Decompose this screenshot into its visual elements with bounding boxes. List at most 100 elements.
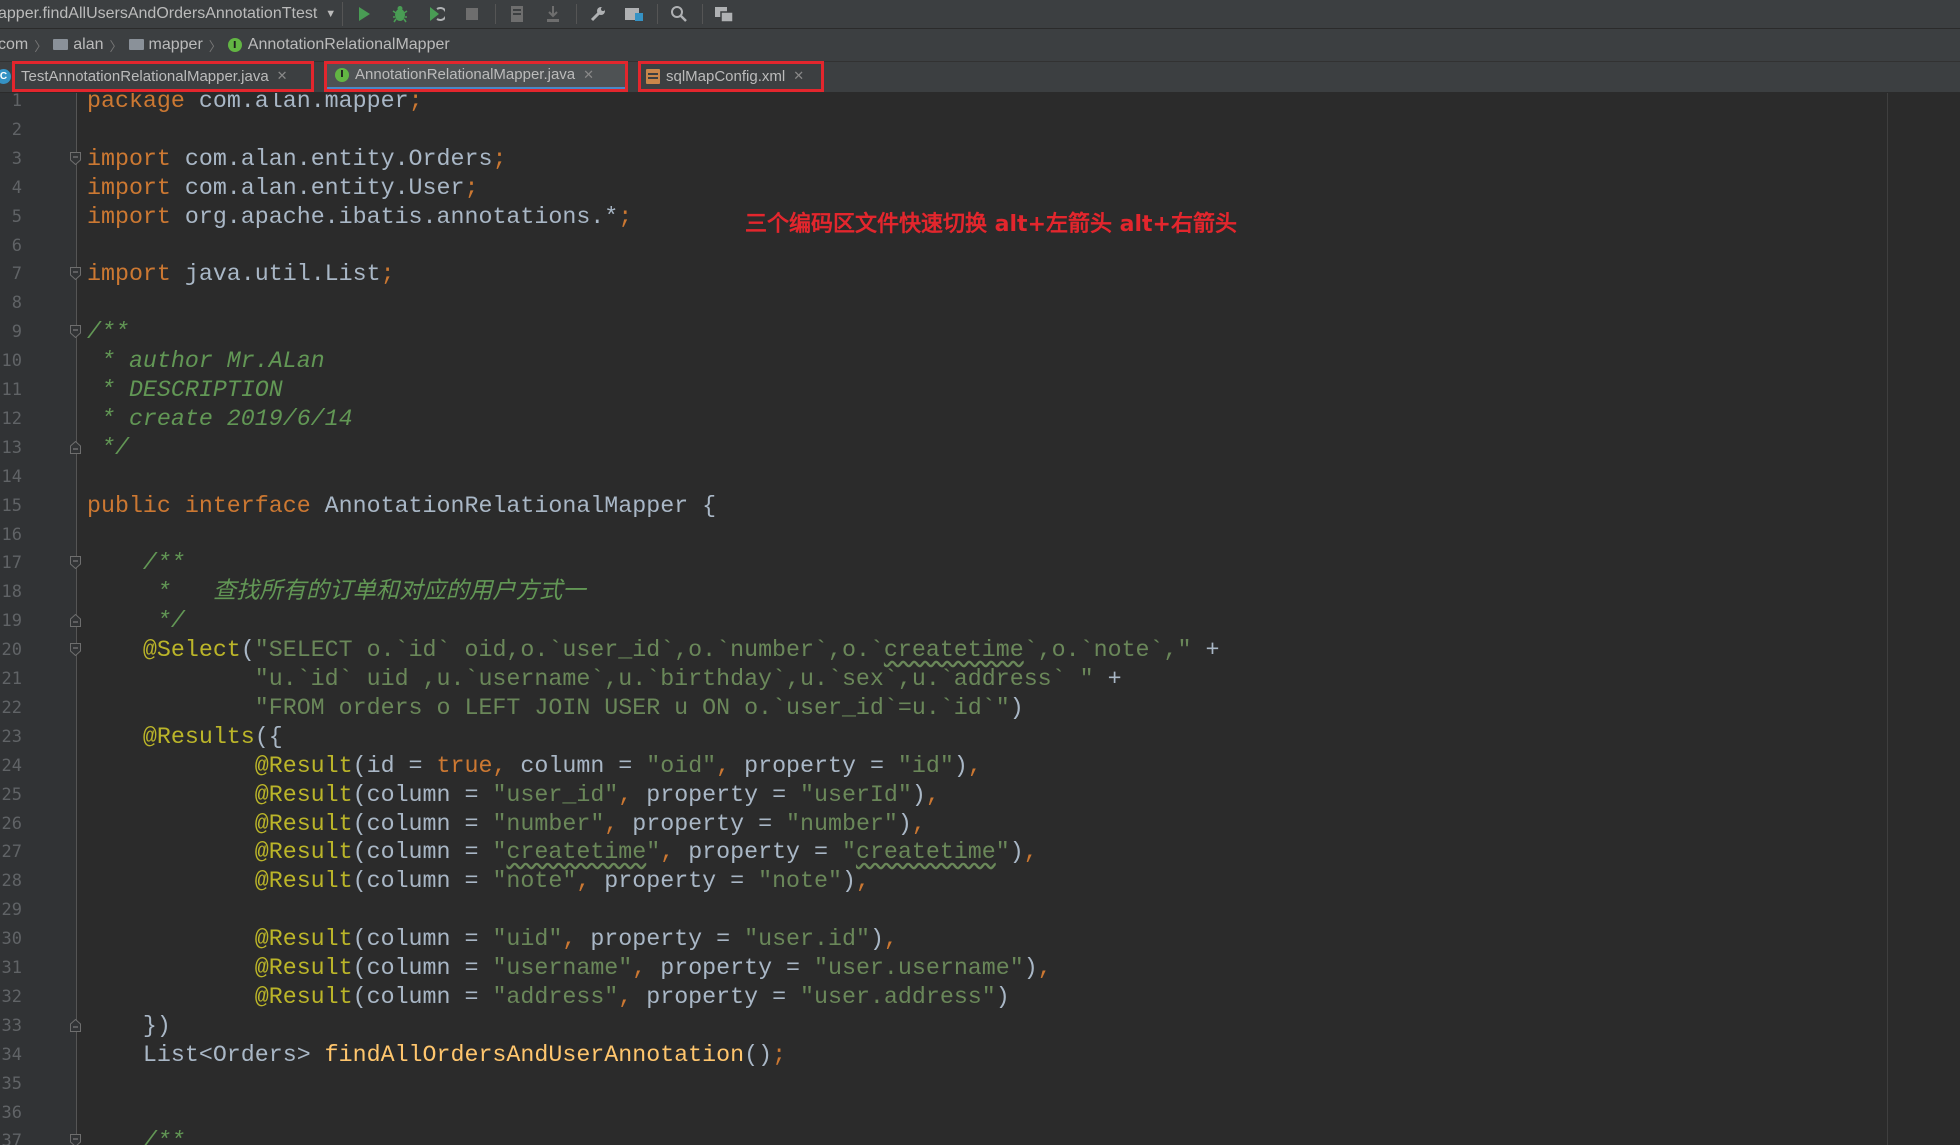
code-line[interactable]: 28 @Result(column = "note", property = "… xyxy=(0,867,1960,896)
chevron-right-icon: 〉 xyxy=(109,38,123,54)
code-text: @Select("SELECT o.`id` oid,o.`user_id`,o… xyxy=(142,637,1220,664)
code-text: import java.util.List; xyxy=(87,261,395,288)
annotation-callout: 三个编码区文件快速切换 alt+左箭头 alt+右箭头 xyxy=(745,212,1237,237)
line-number: 31 xyxy=(1,958,22,978)
code-line[interactable]: 15 public interface AnnotationRelationalM… xyxy=(0,492,1960,521)
fold-marker-icon[interactable] xyxy=(70,643,81,657)
line-number: 8 xyxy=(11,293,22,314)
run-configuration-label: apper.findAllUsersAndOrdersAnnotationTte… xyxy=(0,5,318,22)
run-configuration-dropdown[interactable]: apper.findAllUsersAndOrdersAnnotationTte… xyxy=(0,2,344,26)
code-line[interactable]: 10 * author Mr.ALan xyxy=(0,347,1960,376)
fold-marker-icon[interactable] xyxy=(70,614,81,628)
code-line[interactable]: 22 "FROM orders o LEFT JOIN USER u ON o.… xyxy=(0,694,1960,723)
debug-icon[interactable] xyxy=(385,2,415,26)
code-line[interactable]: 14 xyxy=(0,463,1960,492)
line-number: 27 xyxy=(1,842,22,863)
code-line[interactable]: 20 @Select("SELECT o.`id` oid,o.`user_id… xyxy=(0,636,1960,665)
breadcrumb-item-mapper[interactable]: mapper 〉 xyxy=(128,36,228,55)
code-line[interactable]: 31 @Result(column = "username", property… xyxy=(0,954,1960,983)
code-text: */ xyxy=(142,608,185,635)
code-line[interactable]: 33 }) xyxy=(0,1012,1960,1041)
code-line[interactable]: 21 "u.`id` uid ,u.`username`,u.`birthday… xyxy=(0,665,1960,694)
code-text: }) xyxy=(87,1012,171,1039)
line-number: 29 xyxy=(1,900,22,921)
code-text: * create 2019/6/14 xyxy=(87,405,353,432)
code-line[interactable]: 24 @Result(id = true, column = "oid", pr… xyxy=(0,752,1960,781)
code-line[interactable]: 27 @Result(column = "createtime", proper… xyxy=(0,838,1960,867)
fold-marker-icon[interactable] xyxy=(70,267,81,281)
code-line[interactable]: 26 @Result(column = "number", property =… xyxy=(0,810,1960,839)
line-number: 4 xyxy=(11,177,22,198)
code-line[interactable]: 32 @Result(column = "address", property … xyxy=(0,983,1960,1012)
code-line[interactable]: 4 import com.alan.entity.User; xyxy=(0,174,1960,203)
code-line[interactable]: 7 import java.util.List; xyxy=(0,260,1960,289)
code-editor[interactable]: 1 package com.alan.mapper; 2 3 import com.al… xyxy=(0,93,1960,1145)
code-line[interactable]: 13 */ xyxy=(0,434,1960,463)
build-icon[interactable] xyxy=(502,2,532,26)
stop-icon[interactable] xyxy=(457,2,487,26)
code-line[interactable]: 23 @Results({ xyxy=(0,723,1960,752)
fold-marker-icon[interactable] xyxy=(70,325,81,339)
project-structure-icon[interactable] xyxy=(619,2,649,26)
code-line[interactable]: 8 xyxy=(0,289,1960,318)
code-line[interactable]: 3 import com.alan.entity.Orders; xyxy=(0,145,1960,174)
code-text: @Results({ xyxy=(142,723,283,750)
line-number: 32 xyxy=(1,986,22,1007)
main-toolbar: apper.findAllUsersAndOrdersAnnotationTte… xyxy=(0,0,1960,29)
line-number: 12 xyxy=(1,408,22,429)
toolbar-separator xyxy=(702,4,704,24)
tab-sqlmapconfig[interactable]: sqlMapConfig.xml ✕ xyxy=(642,62,822,90)
code-line[interactable]: 2 xyxy=(0,116,1960,145)
code-text: @Result(column = "username", property = … xyxy=(254,955,1052,981)
close-icon[interactable]: ✕ xyxy=(277,68,288,84)
fold-marker-icon[interactable] xyxy=(70,440,81,454)
line-number: 20 xyxy=(1,640,22,661)
line-number: 28 xyxy=(1,871,22,892)
breadcrumb-item-annotationrelationalmapper[interactable]: I AnnotationRelationalMapper xyxy=(227,36,450,54)
code-line[interactable]: 11 * DESCRIPTION xyxy=(0,376,1960,405)
line-number: 7 xyxy=(11,264,22,285)
tab-testannotationrelationalmapper[interactable]: TestAnnotationRelationalMapper.java ✕ xyxy=(18,62,316,90)
tab-label: sqlMapConfig.xml xyxy=(666,67,786,85)
code-line[interactable]: 1 package com.alan.mapper; xyxy=(0,93,1960,116)
wrench-icon[interactable] xyxy=(583,2,613,26)
code-line[interactable]: 17 /** xyxy=(0,549,1960,578)
fold-marker-icon[interactable] xyxy=(70,151,81,165)
run-icon[interactable] xyxy=(349,2,379,26)
services-icon[interactable] xyxy=(709,2,739,26)
code-line[interactable]: 19 */ xyxy=(0,607,1960,636)
code-line[interactable]: 9 /** xyxy=(0,318,1960,347)
code-line[interactable]: 37 /** xyxy=(0,1127,1960,1145)
code-line[interactable]: 35 xyxy=(0,1070,1960,1099)
download-icon[interactable] xyxy=(538,2,568,26)
breadcrumb-item-com[interactable]: com 〉 xyxy=(0,36,53,55)
code-line[interactable]: 25 @Result(column = "user_id", property … xyxy=(0,781,1960,810)
code-line[interactable]: 30 @Result(column = "uid", property = "u… xyxy=(0,925,1960,954)
code-line[interactable]: 16 xyxy=(0,521,1960,550)
code-line[interactable]: 36 xyxy=(0,1099,1960,1128)
fold-marker-icon[interactable] xyxy=(70,1134,81,1145)
line-number: 33 xyxy=(1,1015,22,1036)
tab-annotationrelationalmapper[interactable]: I AnnotationRelationalMapper.java ✕ xyxy=(326,62,626,90)
class-icon: C xyxy=(0,68,11,84)
fold-marker-icon[interactable] xyxy=(70,1018,81,1032)
coverage-icon[interactable] xyxy=(421,2,451,26)
toolbar-separator xyxy=(576,4,578,24)
breadcrumb-item-alan[interactable]: alan 〉 xyxy=(53,36,128,55)
code-line[interactable]: 29 xyxy=(0,896,1960,925)
close-icon[interactable]: ✕ xyxy=(583,67,594,83)
line-number: 24 xyxy=(1,755,22,776)
code-line[interactable]: 12 * create 2019/6/14 xyxy=(0,405,1960,434)
code-text: * author Mr.ALan xyxy=(87,348,325,375)
close-icon[interactable]: ✕ xyxy=(793,68,804,84)
code-line[interactable]: 18 * 查找所有的订单和对应的用户方式一 xyxy=(0,578,1960,607)
line-number: 30 xyxy=(1,929,22,950)
line-number: 3 xyxy=(11,148,22,169)
code-line[interactable]: 34 List<Orders> findAllOrdersAndUserAnno… xyxy=(0,1041,1960,1070)
code-text: "FROM orders o LEFT JOIN USER u ON o.`us… xyxy=(254,694,1024,721)
code-text: public interface AnnotationRelationalMap… xyxy=(87,492,717,519)
fold-marker-icon[interactable] xyxy=(70,556,81,570)
search-icon[interactable] xyxy=(664,2,694,26)
xml-file-icon xyxy=(646,68,660,84)
line-number: 22 xyxy=(1,697,22,718)
